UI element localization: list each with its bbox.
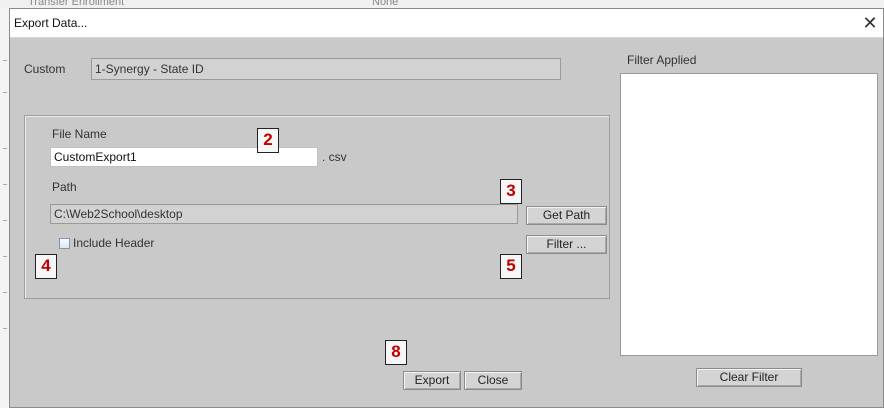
callout-badge-8: 8 <box>385 340 407 365</box>
path-field: C:\Web2School\desktop <box>50 204 518 224</box>
include-header-label: Include Header <box>73 236 155 250</box>
callout-badge-3: 3 <box>500 179 522 204</box>
close-button[interactable]: Close <box>464 371 522 390</box>
title-bar: Export Data... ✕ <box>10 9 883 38</box>
callout-badge-5: 5 <box>500 254 522 279</box>
path-label: Path <box>52 180 77 194</box>
custom-label: Custom <box>24 62 66 76</box>
file-name-label: File Name <box>52 127 107 141</box>
background-text-left: Transfer Enrollment <box>28 0 125 8</box>
custom-field: 1-Synergy - State ID <box>91 58 561 80</box>
edge-tick <box>3 148 7 149</box>
get-path-button[interactable]: Get Path <box>526 206 607 225</box>
export-button[interactable]: Export <box>403 371 461 390</box>
edge-tick <box>3 292 7 293</box>
edge-tick <box>3 60 7 61</box>
include-header-checkbox[interactable] <box>59 238 70 249</box>
get-path-label: Get Path <box>542 208 591 222</box>
clear-filter-button[interactable]: Clear Filter <box>696 368 802 387</box>
dialog-title: Export Data... <box>14 16 88 30</box>
filter-applied-list[interactable] <box>620 73 878 356</box>
filter-button[interactable]: Filter ... <box>526 235 607 254</box>
edge-tick <box>3 256 7 257</box>
edge-tick <box>3 184 7 185</box>
callout-badge-4: 4 <box>35 254 57 279</box>
close-icon[interactable]: ✕ <box>859 12 881 34</box>
background-window-edge <box>0 8 9 408</box>
filter-button-label: Filter ... <box>546 237 587 251</box>
filter-applied-label: Filter Applied <box>627 53 697 67</box>
callout-badge-2: 2 <box>257 128 279 153</box>
export-label: Export <box>414 373 450 387</box>
background-text-mid: None <box>372 0 399 8</box>
close-label: Close <box>477 373 509 387</box>
file-extension-label: . csv <box>322 150 347 164</box>
clear-filter-label: Clear Filter <box>719 370 779 384</box>
edge-tick <box>3 92 7 93</box>
edge-tick <box>3 328 7 329</box>
edge-tick <box>3 220 7 221</box>
export-data-dialog: Export Data... ✕ Custom 1-Synergy - Stat… <box>9 8 884 408</box>
